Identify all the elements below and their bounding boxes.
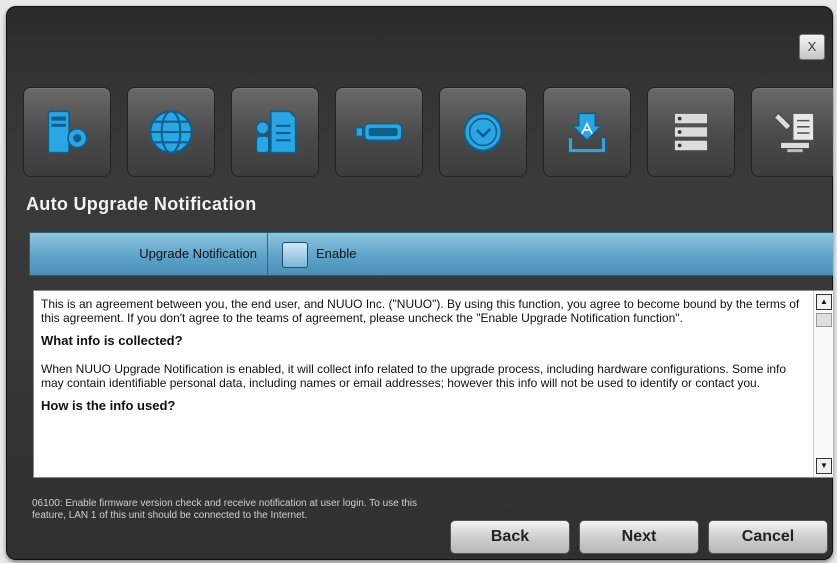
globe-icon xyxy=(149,110,193,154)
toolbar-button-storage[interactable] xyxy=(336,88,422,176)
setting-label: Upgrade Notification xyxy=(30,233,268,275)
enable-label[interactable]: Enable xyxy=(316,233,356,275)
upgrade-download-icon xyxy=(568,112,606,153)
toolbar-button-user[interactable] xyxy=(232,88,318,176)
clock-icon xyxy=(463,112,503,152)
enable-checkbox[interactable] xyxy=(282,242,308,268)
agreement-heading-usage: How is the info used? xyxy=(41,398,176,413)
scroll-down-icon[interactable]: ▼ xyxy=(816,458,832,474)
back-button[interactable]: Back xyxy=(450,520,570,554)
toolbar-button-upgrade[interactable] xyxy=(544,88,630,176)
next-button[interactable]: Next xyxy=(579,520,699,554)
server-list-icon xyxy=(673,112,709,152)
scroll-up-icon[interactable]: ▲ xyxy=(816,294,832,310)
toolbar-icon-row xyxy=(24,88,833,178)
section-title: Auto Upgrade Notification xyxy=(26,194,257,214)
scroll-thumb[interactable] xyxy=(816,313,832,327)
toolbar-button-tools[interactable] xyxy=(752,88,833,176)
agreement-intro: This is an agreement between you, the en… xyxy=(41,297,800,325)
user-document-icon xyxy=(255,110,297,154)
dialog-window: X Auto Upgrade Notification Upgrade Noti… xyxy=(6,6,833,560)
cancel-button[interactable]: Cancel xyxy=(708,520,828,554)
upgrade-notification-setting: Upgrade Notification Enable xyxy=(29,232,833,276)
close-button[interactable]: X xyxy=(799,34,825,60)
toolbar-button-server-list[interactable] xyxy=(648,88,734,176)
toolbar-button-network[interactable] xyxy=(128,88,214,176)
server-camera-icon xyxy=(47,110,88,154)
toolbar-button-server-camera[interactable] xyxy=(24,88,110,176)
agreement-heading-collected: What info is collected? xyxy=(41,333,183,348)
footer-note: 06100: Enable firmware version check and… xyxy=(32,498,418,521)
agreement-content: This is an agreement between you, the en… xyxy=(41,297,808,427)
tools-icon xyxy=(773,112,815,154)
agreement-body-collected: When NUUO Upgrade Notification is enable… xyxy=(41,362,787,390)
storage-drive-icon xyxy=(355,122,403,142)
agreement-text-box[interactable]: This is an agreement between you, the en… xyxy=(33,290,833,478)
agreement-scrollbar[interactable]: ▲ ▼ xyxy=(813,291,833,477)
toolbar-button-schedule[interactable] xyxy=(440,88,526,176)
